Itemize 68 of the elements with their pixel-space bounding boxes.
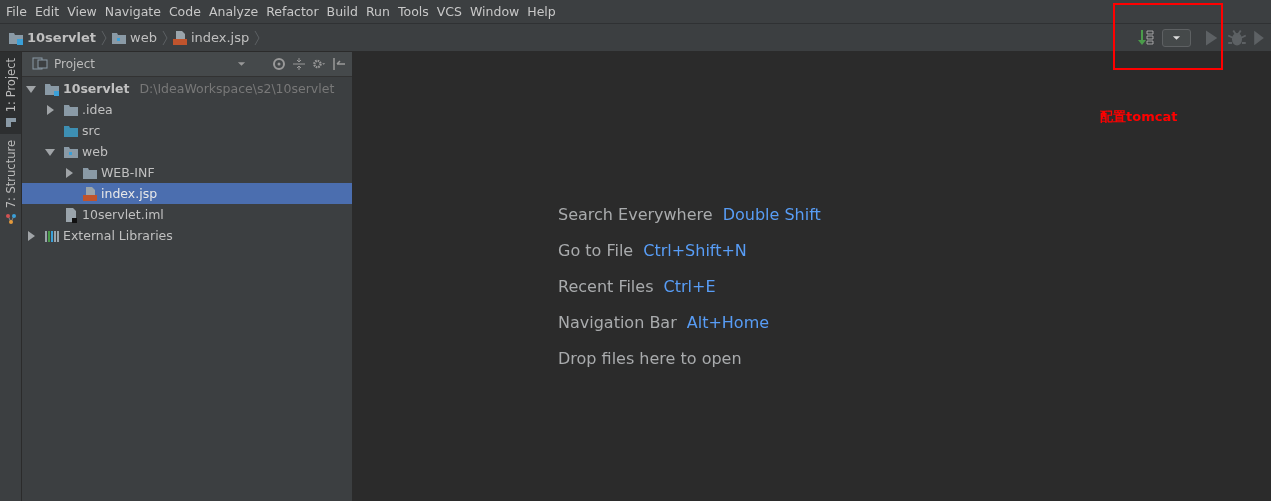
tree-item[interactable]: .idea (22, 99, 352, 120)
tree-item[interactable]: src (22, 120, 352, 141)
menu-item[interactable]: Help (527, 4, 561, 19)
shortcut-text: Ctrl+Shift+N (643, 241, 747, 260)
menu-item[interactable]: VCS (436, 4, 467, 19)
tree-label: index.jsp (101, 186, 158, 201)
structure-icon (4, 212, 17, 225)
caret-icon (1172, 34, 1181, 41)
shortcut-text: Double Shift (722, 205, 821, 224)
shortcut-text: Alt+Home (686, 313, 770, 332)
hide-panel-icon[interactable] (332, 57, 346, 71)
annotation-text: 配置tomcat (1100, 108, 1178, 126)
tool-window-tab[interactable]: 7: Structure (0, 134, 21, 231)
chevron-icon (101, 28, 108, 47)
tree-label: .idea (82, 102, 113, 117)
tool-window-tab[interactable]: 1: Project (0, 52, 21, 135)
tree-label: 10servlet.iml (82, 207, 164, 222)
breadcrumb[interactable]: web (111, 28, 168, 47)
chevron-icon (161, 28, 168, 47)
caret-icon[interactable] (237, 61, 246, 67)
hint-text: Search Everywhere (558, 205, 713, 224)
menu-item[interactable]: View (67, 4, 102, 19)
hint-text: Recent Files (558, 277, 654, 296)
settings-icon[interactable] (312, 57, 326, 71)
menu-item[interactable]: Code (168, 4, 206, 19)
breadcrumb[interactable]: index.jsp (171, 28, 261, 47)
tree-item[interactable]: 10servlet D:\IdeaWorkspace\s2\10servlet (22, 78, 352, 99)
project-path: D:\IdeaWorkspace\s2\10servlet (139, 81, 335, 96)
tree-item[interactable]: External Libraries (22, 225, 352, 246)
hint-text: Navigation Bar (558, 313, 677, 332)
expand-arrow-icon[interactable] (26, 230, 36, 241)
menu-item[interactable]: Edit (34, 4, 65, 19)
menu-item[interactable]: Tools (397, 4, 434, 19)
tree-label: WEB-INF (101, 165, 155, 180)
menu-item[interactable]: Analyze (208, 4, 264, 19)
build-icon[interactable] (1136, 27, 1156, 48)
file-icon (63, 206, 79, 223)
jsp-file-icon (82, 185, 98, 202)
expand-arrow-icon[interactable] (45, 104, 55, 115)
jsp-file-icon (171, 29, 188, 46)
expand-arrow-icon[interactable] (45, 146, 55, 157)
panel-title[interactable]: Project (54, 57, 231, 71)
hint-text: Go to File (558, 241, 634, 260)
menu-item[interactable]: Window (470, 4, 525, 19)
run-configuration-dropdown[interactable] (1162, 28, 1191, 47)
locate-icon[interactable] (272, 57, 286, 71)
breadcrumb[interactable]: 10servlet (8, 28, 108, 47)
hint-text: Drop files here to open (558, 349, 742, 368)
shortcut-text: Ctrl+E (663, 277, 716, 296)
menu-item[interactable]: Refactor (266, 4, 324, 19)
menu-item[interactable]: File (6, 4, 32, 19)
bug-icon[interactable] (1227, 27, 1247, 48)
tree-label: 10servlet (63, 81, 130, 96)
tree-label: src (82, 123, 101, 138)
collapse-icon[interactable] (292, 57, 306, 71)
tree-item[interactable]: web (22, 141, 352, 162)
project-view-icon (32, 56, 48, 72)
tree-item[interactable]: 10servlet.iml (22, 204, 352, 225)
menu-item[interactable]: Run (366, 4, 395, 19)
tree-item[interactable]: WEB-INF (22, 162, 352, 183)
menu-item[interactable]: Build (326, 4, 363, 19)
tree-item[interactable]: index.jsp (22, 183, 352, 204)
menu-item[interactable]: Navigate (104, 4, 166, 19)
expand-arrow-icon[interactable] (26, 83, 36, 94)
tree-label: web (82, 144, 108, 159)
chevron-icon (254, 28, 261, 47)
tree-label: External Libraries (63, 228, 173, 243)
expand-arrow-icon[interactable] (64, 167, 74, 178)
